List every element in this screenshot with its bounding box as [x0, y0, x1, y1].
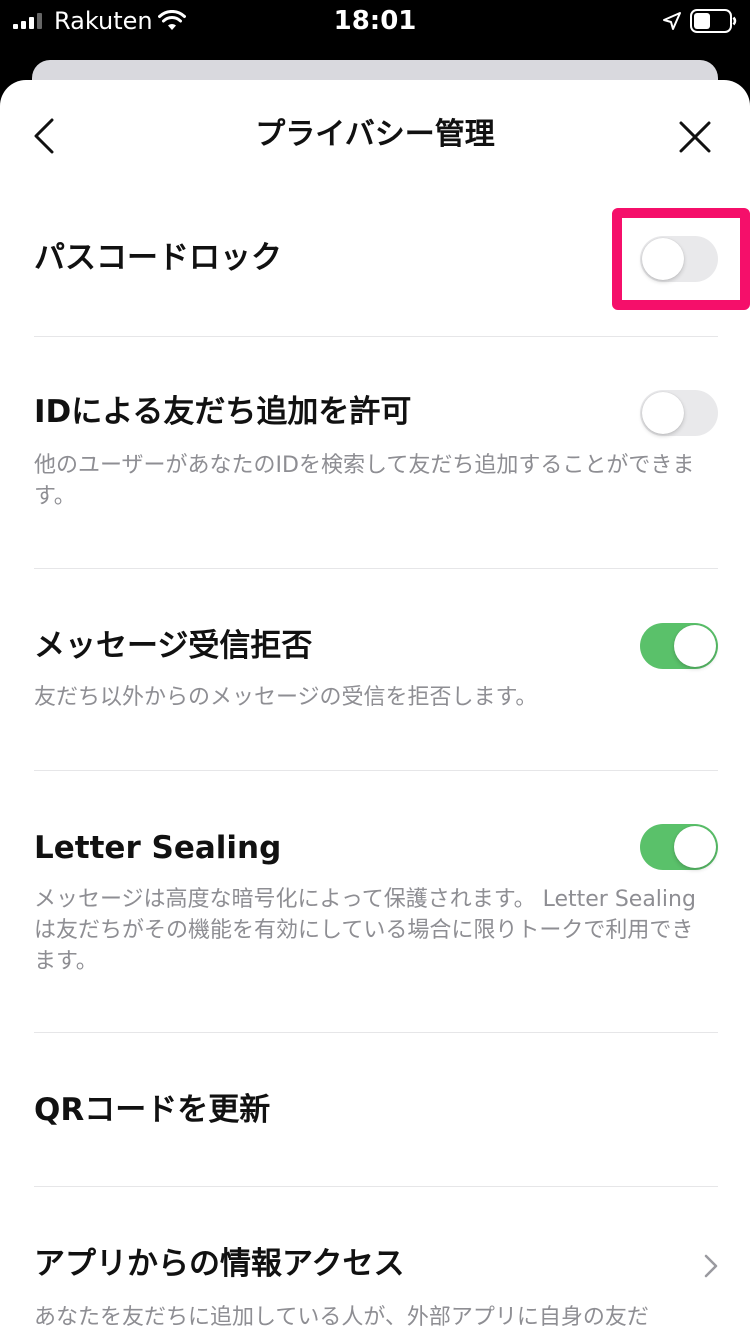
- chevron-right-icon: [704, 1254, 718, 1278]
- location-arrow-icon: [663, 12, 681, 30]
- setting-title: Letter Sealing: [34, 830, 282, 866]
- setting-description: 他のユーザーがあなたのIDを検索して友だち追加することができます。: [34, 453, 695, 509]
- divider: [34, 336, 718, 337]
- setting-title: メッセージ受信拒否: [34, 628, 313, 664]
- privacy-settings-sheet: プライバシー管理 パスコードロック IDによる友だち追加を許可 他のユーザーがあ…: [0, 80, 750, 1334]
- close-icon[interactable]: [678, 120, 712, 154]
- setting-row-app-info-access[interactable]: アプリからの情報アクセス あなたを友だちに追加している人が、外部アプリに自身の友…: [0, 1186, 750, 1334]
- status-bar: Rakuten 18:01: [0, 0, 750, 42]
- letter-sealing-toggle[interactable]: [640, 824, 718, 870]
- setting-title: アプリからの情報アクセス: [34, 1246, 405, 1282]
- setting-title: パスコードロック: [34, 240, 282, 276]
- highlight-annotation: [612, 208, 750, 310]
- divider: [34, 568, 718, 569]
- setting-row-qr-code-refresh[interactable]: QRコードを更新: [0, 1032, 750, 1186]
- battery-icon: [690, 9, 737, 33]
- setting-title: QRコードを更新: [34, 1092, 271, 1128]
- page-title: プライバシー管理: [255, 117, 495, 152]
- setting-description: メッセージは高度な暗号化によって保護されます。 Letter Sealingは友…: [34, 887, 696, 974]
- setting-title: IDによる友だち追加を許可: [34, 394, 412, 430]
- clock: 18:01: [333, 6, 417, 36]
- id-friend-add-toggle[interactable]: [640, 390, 718, 436]
- setting-description: 友だち以外からのメッセージの受信を拒否します。: [34, 685, 538, 710]
- setting-description: あなたを友だちに追加している人が、外部アプリに自身の友だ: [34, 1305, 649, 1330]
- toggle-knob: [674, 826, 716, 868]
- message-refusal-toggle[interactable]: [640, 623, 718, 669]
- toggle-knob: [642, 392, 684, 434]
- divider: [34, 770, 718, 771]
- toggle-knob: [674, 625, 716, 667]
